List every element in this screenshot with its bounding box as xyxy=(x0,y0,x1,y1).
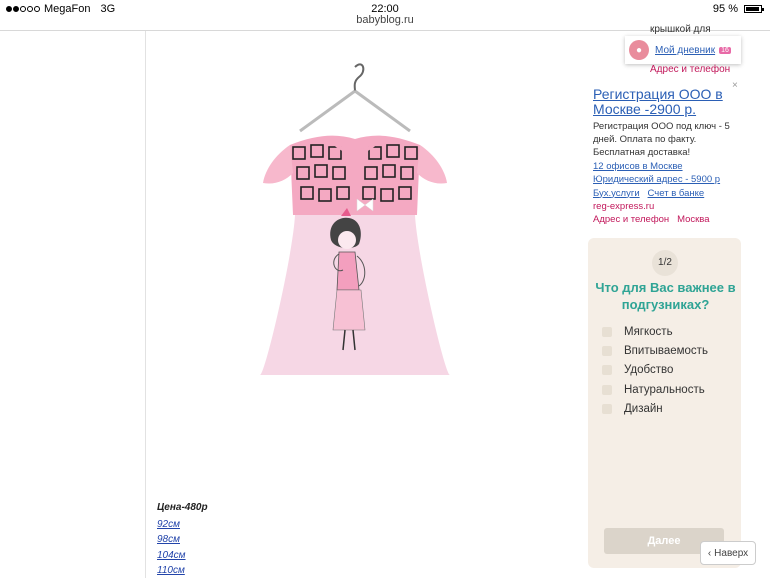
ad-title-link[interactable]: Регистрация ООО в Москве -2900 р. xyxy=(593,87,733,117)
poll-option[interactable]: Впитываемость xyxy=(602,345,708,357)
size-link[interactable]: 92см xyxy=(157,517,186,532)
product-price: Цена-480р xyxy=(157,502,208,513)
ad-address-link[interactable]: Адрес и телефон xyxy=(593,214,669,225)
ad-links: 12 офисов в Москве Юридический адрес - 5… xyxy=(593,160,720,226)
ad-city-link[interactable]: Москва xyxy=(677,214,709,225)
option-label: Натуральность xyxy=(624,384,705,396)
ad-link-address[interactable]: Юридический адрес - 5900 р xyxy=(593,174,720,185)
address-link-top[interactable]: Адрес и телефон xyxy=(650,64,730,75)
size-link[interactable]: 98см xyxy=(157,532,186,547)
option-label: Дизайн xyxy=(624,403,663,415)
chevron-up-icon: ‹ xyxy=(707,547,712,559)
battery-icon xyxy=(744,5,764,13)
poll-step: 1/2 xyxy=(652,250,678,276)
ad-link-bank[interactable]: Счет в банке xyxy=(648,188,705,199)
poll-question: Что для Вас важнее в подгузниках? xyxy=(595,280,736,312)
product-image xyxy=(260,63,450,375)
checkbox[interactable] xyxy=(602,404,612,414)
option-label: Удобство xyxy=(624,364,674,376)
checkbox[interactable] xyxy=(602,346,612,356)
checkbox[interactable] xyxy=(602,365,612,375)
poll-option[interactable]: Мягкость xyxy=(602,326,673,338)
avatar: ● xyxy=(629,40,649,60)
size-list: 92см 98см 104см 110см xyxy=(157,517,186,578)
my-diary-button[interactable]: ● Мой дневник 16 xyxy=(625,36,741,64)
checkbox[interactable] xyxy=(602,385,612,395)
ad-link-offices[interactable]: 12 офисов в Москве xyxy=(593,161,683,172)
ad-text: Регистрация ООО под ключ - 5 дней. Оплат… xyxy=(593,121,730,158)
poll-option[interactable]: Натуральность xyxy=(602,384,705,396)
poll-option[interactable]: Дизайн xyxy=(602,403,663,415)
scroll-top-label: Наверх xyxy=(714,547,749,559)
size-link[interactable]: 104см xyxy=(157,548,186,563)
poll-option[interactable]: Удобство xyxy=(602,364,673,376)
ad-link-accounting[interactable]: Бух.услуги xyxy=(593,188,640,199)
checkbox[interactable] xyxy=(602,327,612,337)
poll-widget: 1/2 Что для Вас важнее в подгузниках? Мя… xyxy=(588,238,741,568)
ad-url[interactable]: reg-express.ru xyxy=(593,201,654,212)
notification-badge: 16 xyxy=(719,46,731,54)
option-label: Впитываемость xyxy=(624,345,708,357)
size-link[interactable]: 110см xyxy=(157,563,186,578)
my-diary-label[interactable]: Мой дневник xyxy=(655,45,715,56)
scroll-top-button[interactable]: ‹ Наверх xyxy=(700,541,756,565)
option-label: Мягкость xyxy=(624,326,673,338)
column-divider xyxy=(145,31,146,578)
close-icon[interactable]: × xyxy=(732,80,738,91)
truncated-text: крышкой для xyxy=(650,24,711,35)
